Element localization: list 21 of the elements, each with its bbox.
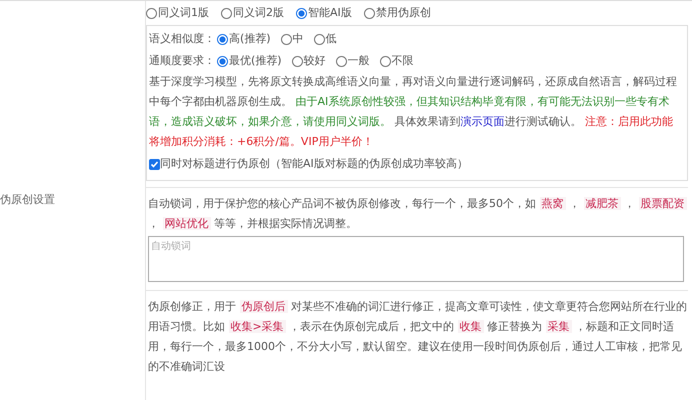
radio-option[interactable]: 较好 [292, 52, 326, 70]
radio-option[interactable]: 中 [280, 30, 304, 48]
checkbox-label: 同时对标题进行伪原创（智能AI版对标题的伪原创成功率较高） [160, 156, 468, 172]
radio-option[interactable]: 智能AI版 [296, 4, 352, 22]
description-text: 基于深度学习模型，先将原文转换成高维语义向量，再对语义向量进行逐词解码，还原成自然语言，解码过程中每个字都由机器原创生成。 由于AI系统原创性较强，但其知识结构毕竟有限，有可能无法识别一些专有术语，造成语义破坏，如果介意，请使用同义词版。 具体效果请到演示页面进行测试确认。 注意：启用此功能将增加积分消耗：+6积分/篇。VIP用户半价！ [149, 74, 678, 150]
radio-option[interactable]: 一般 [336, 52, 370, 70]
lock-words-text: 自动锁词，用于保护您的核心产品词不被伪原创修改，每行一个，最多50个，如 燕窝 ， 减肥茶 ， 股票配资 ， 网站优化 等等，并根据实际情况调整。 [148, 196, 688, 232]
radio-option[interactable]: 同义词1版 [146, 4, 209, 22]
lock-words-field[interactable]: 自动锁词 [148, 236, 684, 282]
demo-link[interactable]: 演示页面 [460, 115, 504, 128]
section-label: 伪原创设置 [0, 192, 55, 208]
correction-text: 伪原创修正，用于 伪原创后 对某些不准确的词汇进行修正，提高文章可读性，使文章更符合您网站所在行业的用语习惯。比如 收集>采集 ，表示在伪原创完成后，把文中的 收集 修正替换为 采集 ，标题和正文同时适用，每行一个，最多1000个，不分大小写，默认留空。建议在使用一段时间伪原创后，通过人工审核，把常见的不准确词汇设 [148, 299, 688, 375]
radio-option[interactable]: 同义词2版 [221, 4, 284, 22]
checkbox[interactable] [149, 158, 160, 170]
radio-option[interactable]: 禁用伪原创 [364, 4, 431, 22]
radio-option[interactable]: 最优(推荐) [217, 52, 282, 70]
radio-option[interactable]: 不限 [380, 52, 414, 70]
field-label: 语义相似度： [149, 30, 215, 47]
field-label: 通顺度要求： [149, 52, 215, 69]
radio-option[interactable]: 高(推荐) [217, 30, 271, 48]
radio-option[interactable]: 低 [314, 30, 337, 48]
